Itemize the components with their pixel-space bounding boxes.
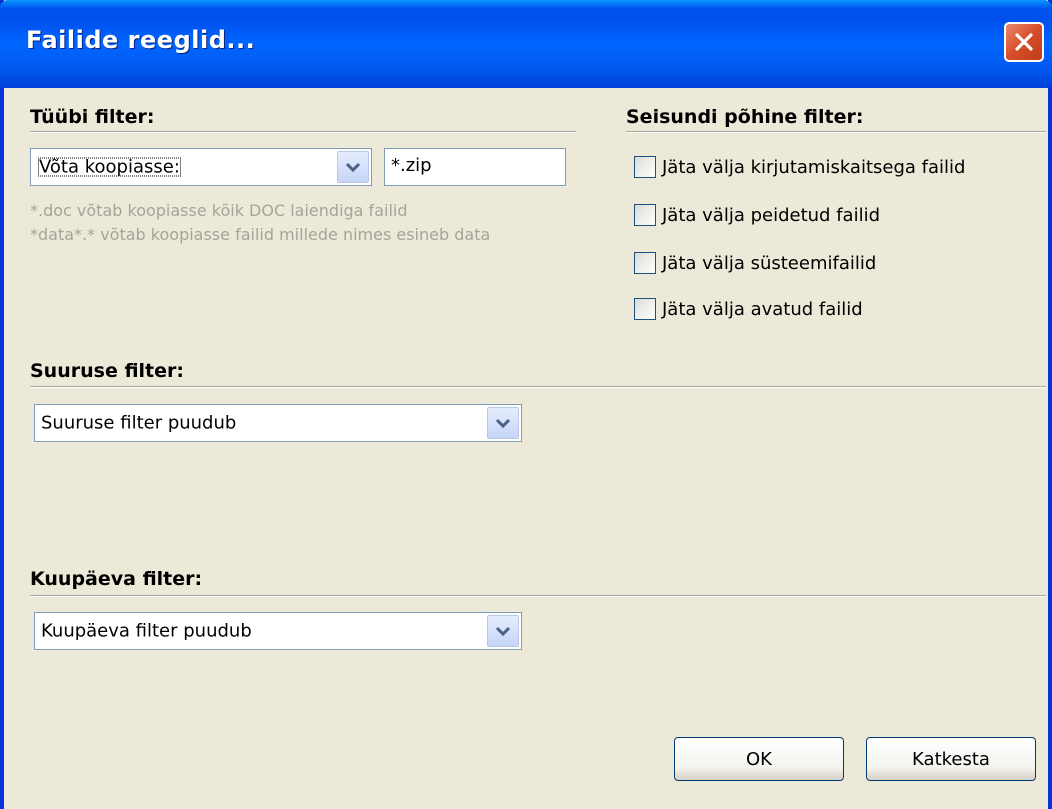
checkbox-box[interactable] — [634, 298, 656, 320]
window-title: Failide reeglid... — [26, 26, 256, 54]
checkbox-label: Jäta välja süsteemifailid — [662, 252, 877, 274]
chevron-down-icon — [495, 418, 511, 429]
checkbox-exclude-readonly[interactable]: Jäta välja kirjutamiskaitsega failid — [634, 156, 965, 178]
chevron-down-icon — [345, 162, 361, 173]
checkbox-box[interactable] — [634, 156, 656, 178]
title-bar[interactable]: Failide reeglid... — [0, 0, 1052, 88]
type-filter-heading: Tüübi filter: — [30, 106, 155, 128]
close-icon — [1015, 33, 1033, 51]
date-filter-select[interactable]: Kuupäeva filter puudub — [34, 612, 522, 650]
size-filter-dropdown-button[interactable] — [487, 407, 519, 439]
date-filter-heading: Kuupäeva filter: — [30, 568, 203, 590]
type-filter-mode-value: Võta koopiasse: — [35, 155, 184, 180]
date-filter-separator — [30, 595, 1046, 597]
cancel-button[interactable]: Katkesta — [866, 737, 1036, 781]
type-filter-pattern-input[interactable]: *.zip — [384, 148, 566, 186]
size-filter-separator — [30, 386, 1046, 388]
size-filter-select[interactable]: Suuruse filter puudub — [34, 404, 522, 442]
checkbox-label: Jäta välja avatud failid — [662, 298, 863, 320]
state-filter-heading: Seisundi põhine filter: — [626, 106, 864, 128]
type-filter-mode-dropdown-button[interactable] — [337, 151, 369, 183]
checkbox-exclude-hidden[interactable]: Jäta välja peidetud failid — [634, 204, 880, 226]
type-filter-mode-select[interactable]: Võta koopiasse: — [30, 148, 372, 186]
checkbox-exclude-system[interactable]: Jäta välja süsteemifailid — [634, 252, 876, 274]
size-filter-heading: Suuruse filter: — [30, 360, 184, 382]
checkbox-box[interactable] — [634, 204, 656, 226]
ok-button[interactable]: OK — [674, 737, 844, 781]
checkbox-exclude-open[interactable]: Jäta välja avatud failid — [634, 298, 863, 320]
date-filter-dropdown-button[interactable] — [487, 615, 519, 647]
type-filter-separator — [30, 131, 576, 133]
checkbox-label: Jäta välja peidetud failid — [662, 204, 880, 226]
date-filter-value: Kuupäeva filter puudub — [41, 620, 252, 642]
state-filter-separator — [626, 131, 1046, 133]
chevron-down-icon — [495, 626, 511, 637]
size-filter-value: Suuruse filter puudub — [41, 412, 237, 434]
checkbox-box[interactable] — [634, 252, 656, 274]
close-button[interactable] — [1004, 22, 1044, 62]
checkbox-label: Jäta välja kirjutamiskaitsega failid — [662, 156, 966, 178]
type-filter-hint-1: *.doc võtab koopiasse kõik DOC laiendiga… — [30, 201, 408, 220]
type-filter-hint-2: *data*.* võtab koopiasse failid millede … — [30, 225, 491, 244]
dialog-window: Failide reeglid... Tüübi filter: Võta ko… — [0, 0, 1052, 809]
